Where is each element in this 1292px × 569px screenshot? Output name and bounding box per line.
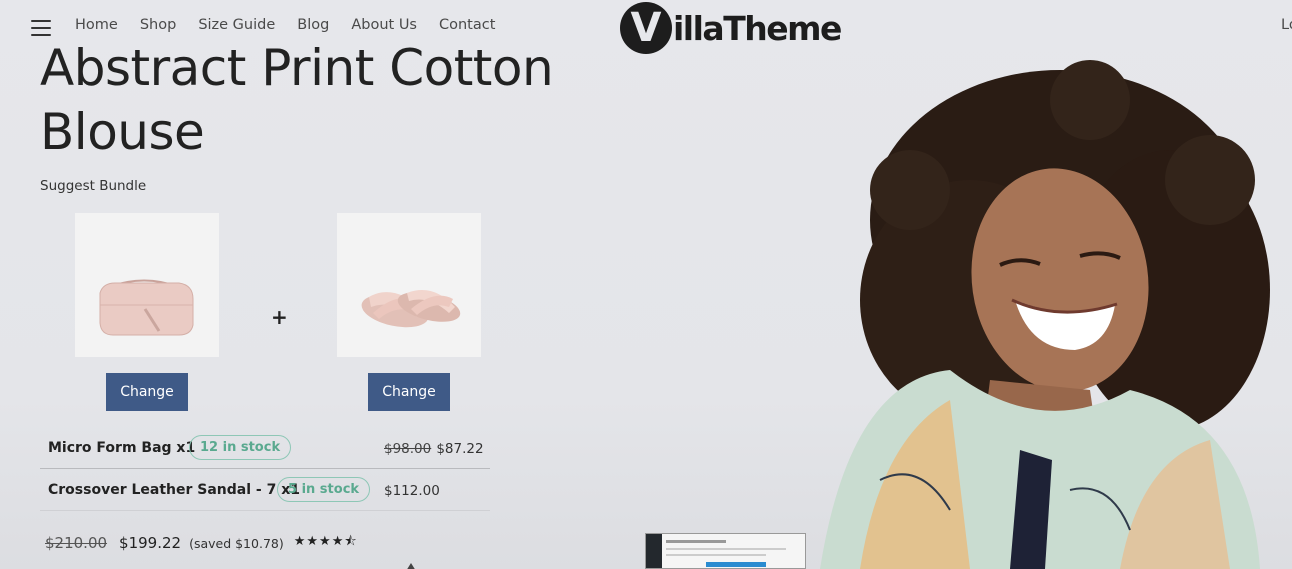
plus-sign: +	[271, 305, 288, 329]
sandal-image[interactable]	[337, 213, 481, 357]
product-title: Abstract Print Cotton Blouse	[40, 39, 554, 161]
price-group: $112.00	[384, 480, 440, 499]
page: Home Shop Size Guide Blog About Us Conta…	[0, 0, 1292, 569]
logo-text: illaTheme	[673, 8, 842, 48]
sandal-illustration	[337, 213, 481, 357]
bundle-row: Crossover Leather Sandal - 7 x1 5 in sto…	[40, 469, 490, 511]
bundle-label: Suggest Bundle	[40, 178, 147, 194]
price-group: $98.00 $87.22	[384, 438, 484, 457]
bundle-item-name: Crossover Leather Sandal - 7 x1	[48, 481, 300, 498]
bundle-item-name: Micro Form Bag x1	[48, 439, 196, 456]
site-logo[interactable]: V illaTheme	[620, 2, 842, 54]
video-thumbnail[interactable]	[645, 533, 806, 569]
total-new-price: $199.22	[119, 534, 182, 552]
change-sandal-button[interactable]: Change	[368, 373, 450, 411]
nav-size-guide[interactable]: Size Guide	[198, 17, 275, 33]
hero-model-image	[820, 60, 1270, 569]
nav-contact[interactable]: Contact	[439, 17, 495, 33]
nav-home[interactable]: Home	[75, 17, 118, 33]
mouse-cursor-icon	[406, 563, 416, 569]
stock-badge: 12 in stock	[189, 435, 292, 460]
sale-price: $87.22	[436, 441, 484, 457]
stock-badge: 5 in stock	[277, 477, 371, 502]
main-nav: Home Shop Size Guide Blog About Us Conta…	[75, 17, 517, 33]
bag-image[interactable]	[75, 213, 219, 357]
login-link[interactable]: Lo	[1281, 17, 1292, 33]
menu-icon[interactable]	[31, 20, 51, 36]
logo-badge: V	[620, 2, 672, 54]
sale-price: $112.00	[384, 483, 440, 499]
old-price: $98.00	[384, 441, 432, 457]
nav-shop[interactable]: Shop	[140, 17, 176, 33]
total-old-price: $210.00	[45, 534, 108, 552]
change-bag-button[interactable]: Change	[106, 373, 188, 411]
nav-about-us[interactable]: About Us	[351, 17, 417, 33]
bundle-total: $210.00 $199.22 (saved $10.78) ★★★★⯪	[45, 532, 358, 554]
saved-amount: (saved $10.78)	[189, 535, 284, 551]
bag-illustration	[75, 213, 219, 357]
thumbnail-preview	[646, 534, 805, 568]
star-rating-icons: ★★★★⯪	[293, 534, 358, 549]
nav-blog[interactable]: Blog	[297, 17, 329, 33]
bundle-row: Micro Form Bag x1 12 in stock $98.00 $87…	[40, 427, 490, 469]
